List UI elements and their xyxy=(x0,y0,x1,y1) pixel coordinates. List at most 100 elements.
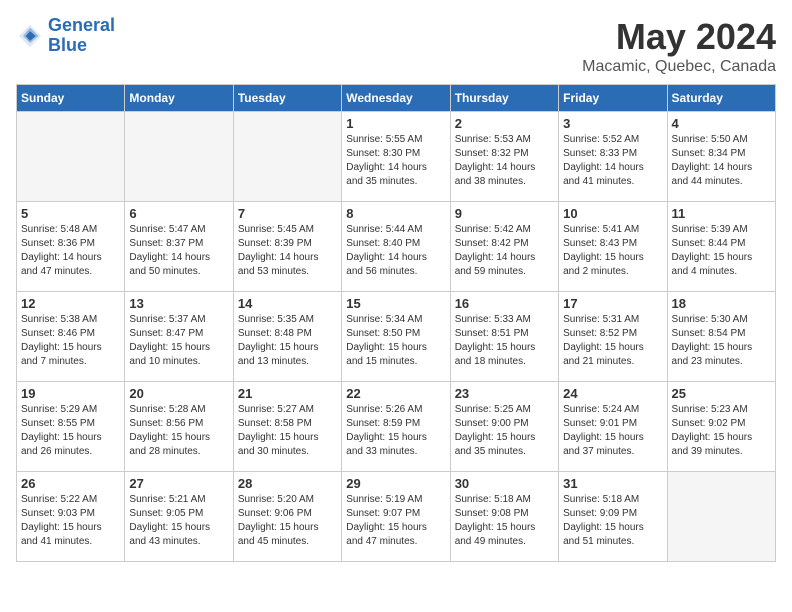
weekday-header: Wednesday xyxy=(342,85,450,112)
day-number: 4 xyxy=(672,116,771,131)
day-info: Sunrise: 5:48 AM Sunset: 8:36 PM Dayligh… xyxy=(21,223,120,279)
calendar-day: 16Sunrise: 5:33 AM Sunset: 8:51 PM Dayli… xyxy=(450,292,558,382)
day-number: 28 xyxy=(238,476,337,491)
day-info: Sunrise: 5:53 AM Sunset: 8:32 PM Dayligh… xyxy=(455,133,554,189)
day-number: 31 xyxy=(563,476,662,491)
calendar-day xyxy=(667,472,775,562)
calendar-day: 18Sunrise: 5:30 AM Sunset: 8:54 PM Dayli… xyxy=(667,292,775,382)
weekday-header: Tuesday xyxy=(233,85,341,112)
day-number: 14 xyxy=(238,296,337,311)
day-number: 8 xyxy=(346,206,445,221)
day-number: 7 xyxy=(238,206,337,221)
day-number: 5 xyxy=(21,206,120,221)
logo-icon xyxy=(16,22,44,50)
calendar-day: 3 Sunrise: 5:52 AM Sunset: 8:33 PM Daylig… xyxy=(559,112,667,202)
day-number: 3 xyxy=(563,116,662,131)
logo: General Blue xyxy=(16,16,115,56)
calendar-day xyxy=(17,112,125,202)
day-number: 13 xyxy=(129,296,228,311)
day-info: Sunrise: 5:39 AM Sunset: 8:44 PM Dayligh… xyxy=(672,223,771,279)
weekday-header: Friday xyxy=(559,85,667,112)
day-info: Sunrise: 5:23 AM Sunset: 9:02 PM Dayligh… xyxy=(672,403,771,459)
day-info: Sunrise: 5:55 AM Sunset: 8:30 PM Dayligh… xyxy=(346,133,445,189)
day-info: Sunrise: 5:27 AM Sunset: 8:58 PM Dayligh… xyxy=(238,403,337,459)
title-area: May 2024 Macamic, Quebec, Canada xyxy=(582,16,776,76)
day-info: Sunrise: 5:19 AM Sunset: 9:07 PM Dayligh… xyxy=(346,493,445,549)
day-info: Sunrise: 5:42 AM Sunset: 8:42 PM Dayligh… xyxy=(455,223,554,279)
day-number: 26 xyxy=(21,476,120,491)
calendar-day: 17 Sunrise: 5:31 AM Sunset: 8:52 PM Dayli… xyxy=(559,292,667,382)
calendar-table: SundayMondayTuesdayWednesdayThursdayFrid… xyxy=(16,84,776,562)
day-info: Sunrise: 5:26 AM Sunset: 8:59 PM Dayligh… xyxy=(346,403,445,459)
day-number: 27 xyxy=(129,476,228,491)
calendar-week: 1 Sunrise: 5:55 AM Sunset: 8:30 PM Daylig… xyxy=(17,112,776,202)
weekday-header: Monday xyxy=(125,85,233,112)
day-number: 30 xyxy=(455,476,554,491)
calendar-day: 9 Sunrise: 5:42 AM Sunset: 8:42 PM Daylig… xyxy=(450,202,558,292)
day-number: 17 xyxy=(563,296,662,311)
calendar-day: 28 Sunrise: 5:20 AM Sunset: 9:06 PM Dayli… xyxy=(233,472,341,562)
calendar-week: 19 Sunrise: 5:29 AM Sunset: 8:55 PM Dayli… xyxy=(17,382,776,472)
weekday-header: Sunday xyxy=(17,85,125,112)
calendar-day: 22 Sunrise: 5:26 AM Sunset: 8:59 PM Dayli… xyxy=(342,382,450,472)
day-info: Sunrise: 5:21 AM Sunset: 9:05 PM Dayligh… xyxy=(129,493,228,549)
calendar-day: 26Sunrise: 5:22 AM Sunset: 9:03 PM Dayli… xyxy=(17,472,125,562)
calendar-day: 8Sunrise: 5:44 AM Sunset: 8:40 PM Daylig… xyxy=(342,202,450,292)
calendar-day: 13Sunrise: 5:37 AM Sunset: 8:47 PM Dayli… xyxy=(125,292,233,382)
day-info: Sunrise: 5:38 AM Sunset: 8:46 PM Dayligh… xyxy=(21,313,120,369)
calendar-day: 15Sunrise: 5:34 AM Sunset: 8:50 PM Dayli… xyxy=(342,292,450,382)
calendar-week: 5 Sunrise: 5:48 AM Sunset: 8:36 PM Daylig… xyxy=(17,202,776,292)
day-number: 2 xyxy=(455,116,554,131)
header: General Blue May 2024 Macamic, Quebec, C… xyxy=(16,16,776,76)
calendar-week: 26Sunrise: 5:22 AM Sunset: 9:03 PM Dayli… xyxy=(17,472,776,562)
calendar-day: 23Sunrise: 5:25 AM Sunset: 9:00 PM Dayli… xyxy=(450,382,558,472)
calendar-day: 4 Sunrise: 5:50 AM Sunset: 8:34 PM Daylig… xyxy=(667,112,775,202)
day-info: Sunrise: 5:20 AM Sunset: 9:06 PM Dayligh… xyxy=(238,493,337,549)
day-info: Sunrise: 5:41 AM Sunset: 8:43 PM Dayligh… xyxy=(563,223,662,279)
day-number: 1 xyxy=(346,116,445,131)
day-info: Sunrise: 5:18 AM Sunset: 9:08 PM Dayligh… xyxy=(455,493,554,549)
day-number: 24 xyxy=(563,386,662,401)
calendar-day: 7Sunrise: 5:45 AM Sunset: 8:39 PM Daylig… xyxy=(233,202,341,292)
day-number: 29 xyxy=(346,476,445,491)
calendar-day: 1 Sunrise: 5:55 AM Sunset: 8:30 PM Daylig… xyxy=(342,112,450,202)
calendar-day: 20 Sunrise: 5:28 AM Sunset: 8:56 PM Dayli… xyxy=(125,382,233,472)
calendar-week: 12Sunrise: 5:38 AM Sunset: 8:46 PM Dayli… xyxy=(17,292,776,382)
day-number: 18 xyxy=(672,296,771,311)
day-info: Sunrise: 5:29 AM Sunset: 8:55 PM Dayligh… xyxy=(21,403,120,459)
day-number: 19 xyxy=(21,386,120,401)
calendar-day: 24 Sunrise: 5:24 AM Sunset: 9:01 PM Dayli… xyxy=(559,382,667,472)
day-number: 25 xyxy=(672,386,771,401)
day-number: 21 xyxy=(238,386,337,401)
calendar-day xyxy=(233,112,341,202)
header-row: SundayMondayTuesdayWednesdayThursdayFrid… xyxy=(17,85,776,112)
month-title: May 2024 xyxy=(582,16,776,58)
day-info: Sunrise: 5:34 AM Sunset: 8:50 PM Dayligh… xyxy=(346,313,445,369)
calendar-day: 27 Sunrise: 5:21 AM Sunset: 9:05 PM Dayli… xyxy=(125,472,233,562)
calendar-day: 29 Sunrise: 5:19 AM Sunset: 9:07 PM Dayli… xyxy=(342,472,450,562)
calendar-day: 12Sunrise: 5:38 AM Sunset: 8:46 PM Dayli… xyxy=(17,292,125,382)
calendar-day xyxy=(125,112,233,202)
day-info: Sunrise: 5:31 AM Sunset: 8:52 PM Dayligh… xyxy=(563,313,662,369)
calendar-day: 25 Sunrise: 5:23 AM Sunset: 9:02 PM Dayli… xyxy=(667,382,775,472)
day-info: Sunrise: 5:25 AM Sunset: 9:00 PM Dayligh… xyxy=(455,403,554,459)
day-number: 6 xyxy=(129,206,228,221)
day-number: 20 xyxy=(129,386,228,401)
calendar-day: 11Sunrise: 5:39 AM Sunset: 8:44 PM Dayli… xyxy=(667,202,775,292)
location-title: Macamic, Quebec, Canada xyxy=(582,58,776,76)
day-info: Sunrise: 5:35 AM Sunset: 8:48 PM Dayligh… xyxy=(238,313,337,369)
day-info: Sunrise: 5:28 AM Sunset: 8:56 PM Dayligh… xyxy=(129,403,228,459)
day-number: 16 xyxy=(455,296,554,311)
calendar-day: 14 Sunrise: 5:35 AM Sunset: 8:48 PM Dayli… xyxy=(233,292,341,382)
calendar-day: 6Sunrise: 5:47 AM Sunset: 8:37 PM Daylig… xyxy=(125,202,233,292)
calendar-day: 30 Sunrise: 5:18 AM Sunset: 9:08 PM Dayli… xyxy=(450,472,558,562)
day-number: 9 xyxy=(455,206,554,221)
day-info: Sunrise: 5:52 AM Sunset: 8:33 PM Dayligh… xyxy=(563,133,662,189)
day-number: 10 xyxy=(563,206,662,221)
day-info: Sunrise: 5:24 AM Sunset: 9:01 PM Dayligh… xyxy=(563,403,662,459)
logo-text: General Blue xyxy=(48,16,115,56)
day-info: Sunrise: 5:50 AM Sunset: 8:34 PM Dayligh… xyxy=(672,133,771,189)
day-number: 22 xyxy=(346,386,445,401)
calendar-day: 21 Sunrise: 5:27 AM Sunset: 8:58 PM Dayli… xyxy=(233,382,341,472)
weekday-header: Saturday xyxy=(667,85,775,112)
